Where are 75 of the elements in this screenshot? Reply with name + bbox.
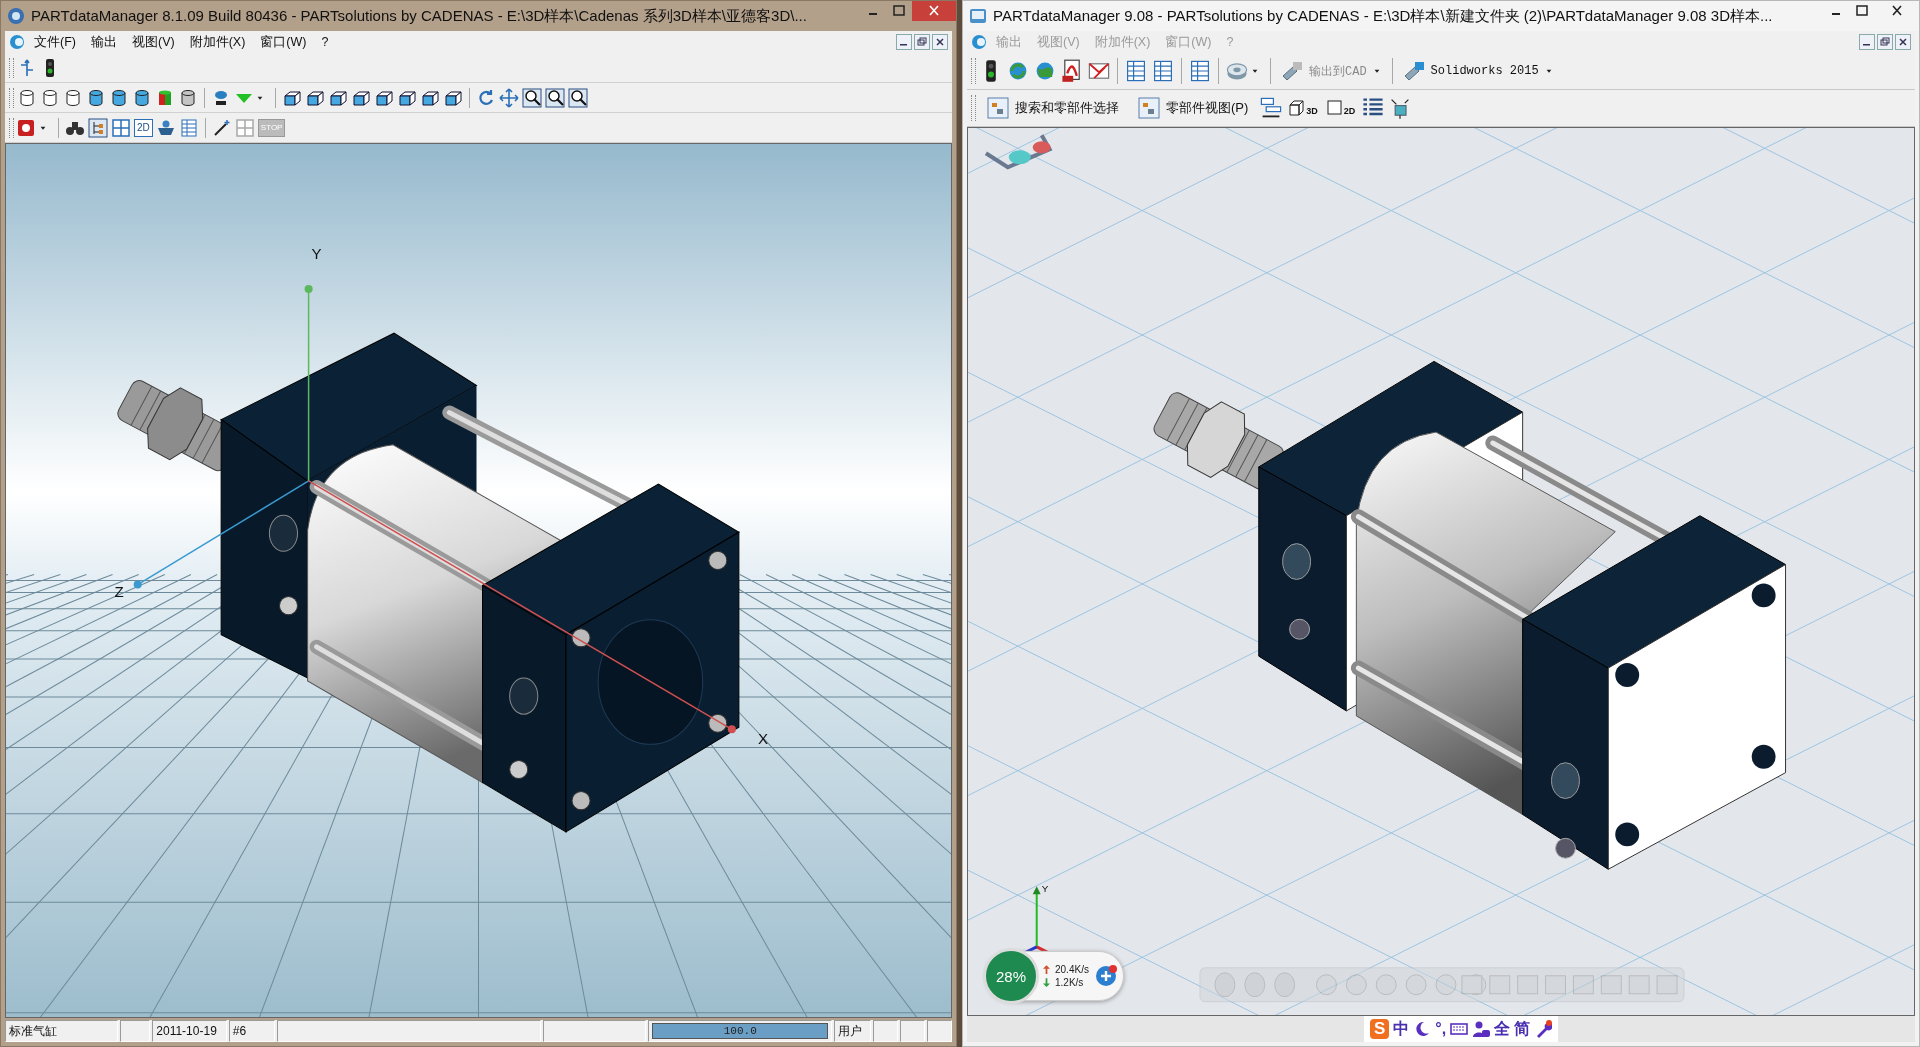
status-cell bbox=[119, 1020, 151, 1042]
view-3d-button[interactable]: 3D bbox=[1286, 100, 1321, 116]
cylinder-icon[interactable] bbox=[178, 87, 198, 108]
axis-label: Y bbox=[311, 244, 322, 262]
minimize-icon[interactable] bbox=[1859, 34, 1875, 50]
minimize-icon[interactable] bbox=[896, 34, 912, 50]
menu-item[interactable]: 文件(F) bbox=[28, 33, 82, 51]
status-cell: 标准气缸 bbox=[5, 1020, 118, 1042]
status-cell bbox=[872, 1020, 898, 1042]
menu-item[interactable]: 附加件(X) bbox=[183, 33, 252, 51]
menu-item[interactable]: ? bbox=[315, 35, 335, 49]
bolt-icon bbox=[1402, 60, 1427, 82]
plus-icon[interactable] bbox=[1094, 965, 1117, 987]
status-cell: 用户 bbox=[834, 1020, 871, 1042]
table-icon[interactable] bbox=[178, 117, 199, 138]
cylinder-icon[interactable] bbox=[40, 87, 60, 108]
panel-icon bbox=[1138, 97, 1160, 119]
bolt-icon bbox=[1281, 60, 1305, 82]
restore-icon[interactable] bbox=[914, 34, 930, 50]
cylinder-icon[interactable] bbox=[17, 87, 37, 108]
toolbar-button[interactable]: Solidworks 2015 bbox=[1398, 60, 1543, 82]
status-cell bbox=[899, 1020, 925, 1042]
cylinder-icon[interactable] bbox=[86, 87, 106, 108]
axis-label: X bbox=[758, 730, 769, 748]
table-icon[interactable] bbox=[1124, 59, 1148, 83]
cylinder-icon[interactable] bbox=[132, 87, 152, 108]
status-cell: #6 bbox=[228, 1020, 275, 1042]
cylinder-icon[interactable] bbox=[109, 87, 129, 108]
window-title: PARTdataManager 8.1.09 Build 80436 - PARTsolutions by CADENAS - E:\3D样本\Cadenas 系列3D样本\亚德客3D\... bbox=[31, 6, 808, 26]
zoom-icon[interactable] bbox=[545, 87, 565, 108]
ime-button[interactable]: °, bbox=[1435, 1020, 1447, 1038]
upload-rate: 20.4K/s bbox=[1055, 964, 1089, 975]
document-icon bbox=[971, 34, 987, 50]
close-icon[interactable] bbox=[1895, 34, 1911, 50]
window-icon[interactable] bbox=[1188, 59, 1212, 83]
progress-value: 100.0 bbox=[723, 1025, 757, 1037]
panel-button[interactable]: 搜索和零部件选择 bbox=[979, 95, 1127, 121]
view-2d-button[interactable]: 2D bbox=[1323, 100, 1359, 116]
move-icon[interactable] bbox=[499, 87, 519, 108]
menu-item[interactable]: 输出 bbox=[84, 33, 123, 51]
zoom-icon[interactable] bbox=[568, 87, 588, 108]
status-cell bbox=[926, 1020, 952, 1042]
app-icon bbox=[969, 7, 987, 25]
view-2d-button[interactable]: 2D bbox=[134, 118, 153, 137]
restore-icon[interactable] bbox=[1877, 34, 1893, 50]
status-cell: 2011-10-19 bbox=[152, 1020, 227, 1042]
download-rate: 1.2K/s bbox=[1055, 977, 1084, 988]
app-icon bbox=[7, 7, 25, 25]
keyboard-icon[interactable] bbox=[1450, 1020, 1469, 1038]
down-arrow-icon bbox=[1043, 978, 1050, 987]
logo-icon[interactable] bbox=[17, 117, 37, 138]
axis-label: Y bbox=[1041, 883, 1049, 895]
cylinder-icon[interactable] bbox=[63, 87, 83, 108]
person-icon[interactable] bbox=[1472, 1020, 1491, 1038]
ime-button[interactable]: 全 bbox=[1494, 1018, 1511, 1040]
axis-label: Z bbox=[114, 582, 124, 600]
ime-button[interactable]: 简 bbox=[1514, 1018, 1531, 1040]
square-icon bbox=[1326, 100, 1343, 116]
rotate-icon[interactable] bbox=[476, 87, 496, 108]
document-icon bbox=[9, 34, 25, 50]
cube-icon bbox=[1289, 100, 1306, 116]
table-icon[interactable] bbox=[1151, 59, 1175, 83]
close-icon[interactable] bbox=[932, 34, 948, 50]
panel-button[interactable]: 零部件视图(P) bbox=[1130, 95, 1257, 121]
grid-icon[interactable] bbox=[111, 117, 131, 138]
axis-arrow bbox=[1032, 886, 1041, 948]
menu-item[interactable]: 窗口(W) bbox=[254, 33, 313, 51]
zoom-icon[interactable] bbox=[522, 87, 542, 108]
panel-icon bbox=[987, 97, 1009, 119]
layout-icon[interactable] bbox=[1259, 96, 1284, 120]
ime-button[interactable]: 中 bbox=[1393, 1018, 1410, 1040]
window-title: PARTdataManager 9.08 - PARTsolutions by CADENAS - E:\3D样本\新建文件夹 (2)\PARTdataManager 9.08 3D样本... bbox=[993, 6, 1774, 26]
3d-glasses-icon[interactable] bbox=[984, 134, 1053, 170]
up-arrow-icon bbox=[1043, 965, 1050, 974]
menu-item[interactable]: 视图(V) bbox=[125, 33, 181, 51]
